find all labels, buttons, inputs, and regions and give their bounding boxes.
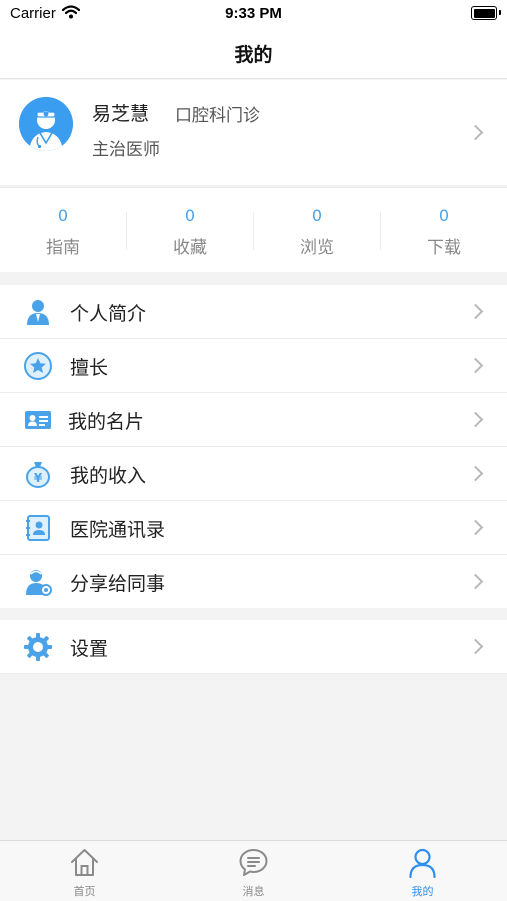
chevron-right-icon xyxy=(467,638,484,655)
stat-value: 0 xyxy=(57,206,69,225)
stat-label: 浏览 xyxy=(300,238,334,258)
id-card-icon xyxy=(24,406,52,434)
doctor-title: 主治医师 xyxy=(92,140,160,160)
doctor-department: 口腔科门诊 xyxy=(175,106,260,126)
stat-browsed[interactable]: 0 浏览 xyxy=(254,188,380,272)
chevron-right-icon xyxy=(467,465,484,482)
message-icon xyxy=(238,847,269,878)
menu-item-label: 我的收入 xyxy=(70,465,147,487)
menu-list: 个人简介 擅长 我的名片 ¥ 我的收入 医院通讯录 分享给同事 xyxy=(0,285,507,608)
menu-item-label: 分享给同事 xyxy=(70,573,166,595)
gear-icon xyxy=(24,633,52,661)
settings-label: 设置 xyxy=(70,638,109,660)
person-icon xyxy=(24,298,52,326)
chevron-right-icon xyxy=(467,357,484,374)
stat-favorites[interactable]: 0 收藏 xyxy=(127,188,253,272)
menu-item-label: 个人简介 xyxy=(70,303,147,325)
menu-item-profile[interactable]: 个人简介 xyxy=(0,285,507,339)
address-book-icon xyxy=(24,514,52,542)
stat-downloads[interactable]: 0 下载 xyxy=(381,188,507,272)
menu-item-label: 我的名片 xyxy=(68,411,145,433)
chevron-right-icon xyxy=(467,124,484,141)
tab-mine[interactable]: 我的 xyxy=(338,841,507,901)
doctor-name: 易芝慧 xyxy=(92,103,150,125)
tab-home[interactable]: 首页 xyxy=(0,841,169,901)
stat-value: 0 xyxy=(184,206,196,225)
menu-item-business-card[interactable]: 我的名片 xyxy=(0,393,507,447)
home-icon xyxy=(69,847,100,878)
stat-label: 下载 xyxy=(427,238,461,258)
stats-row: 0 指南 0 收藏 0 浏览 0 下载 xyxy=(0,187,507,272)
doctor-avatar xyxy=(19,97,73,151)
menu-item-settings[interactable]: 设置 xyxy=(0,620,507,674)
menu-item-label: 医院通讯录 xyxy=(70,519,166,541)
tab-label: 首页 xyxy=(73,885,96,898)
battery-icon xyxy=(471,6,501,20)
menu-item-label: 擅长 xyxy=(70,357,109,379)
chevron-right-icon xyxy=(467,411,484,428)
money-bag-icon: ¥ xyxy=(24,460,52,488)
chevron-right-icon xyxy=(467,303,484,320)
tab-bar: 首页 消息 我的 xyxy=(0,840,507,901)
stat-guides[interactable]: 0 指南 xyxy=(0,188,126,272)
tab-messages[interactable]: 消息 xyxy=(169,841,338,901)
navigation-bar: 我的 xyxy=(0,28,507,79)
menu-item-share[interactable]: 分享给同事 xyxy=(0,555,507,608)
stat-value: 0 xyxy=(311,206,323,225)
page-title: 我的 xyxy=(234,44,273,66)
star-icon xyxy=(24,352,52,380)
share-colleague-icon xyxy=(24,568,52,596)
stat-label: 收藏 xyxy=(173,238,207,258)
tab-label: 我的 xyxy=(411,885,434,898)
status-time: 9:33 PM xyxy=(225,5,282,22)
chevron-right-icon xyxy=(467,519,484,536)
chevron-right-icon xyxy=(467,573,484,590)
tab-label: 消息 xyxy=(242,885,265,898)
stat-value: 0 xyxy=(438,206,450,225)
status-bar: Carrier 9:33 PM xyxy=(0,0,507,28)
menu-item-hospital-directory[interactable]: 医院通讯录 xyxy=(0,501,507,555)
svg-text:¥: ¥ xyxy=(34,471,43,485)
profile-card[interactable]: 易芝慧 口腔科门诊 主治医师 xyxy=(0,80,507,185)
stat-label: 指南 xyxy=(46,238,80,258)
menu-item-income[interactable]: ¥ 我的收入 xyxy=(0,447,507,501)
user-icon xyxy=(407,847,438,879)
menu-item-specialty[interactable]: 擅长 xyxy=(0,339,507,393)
